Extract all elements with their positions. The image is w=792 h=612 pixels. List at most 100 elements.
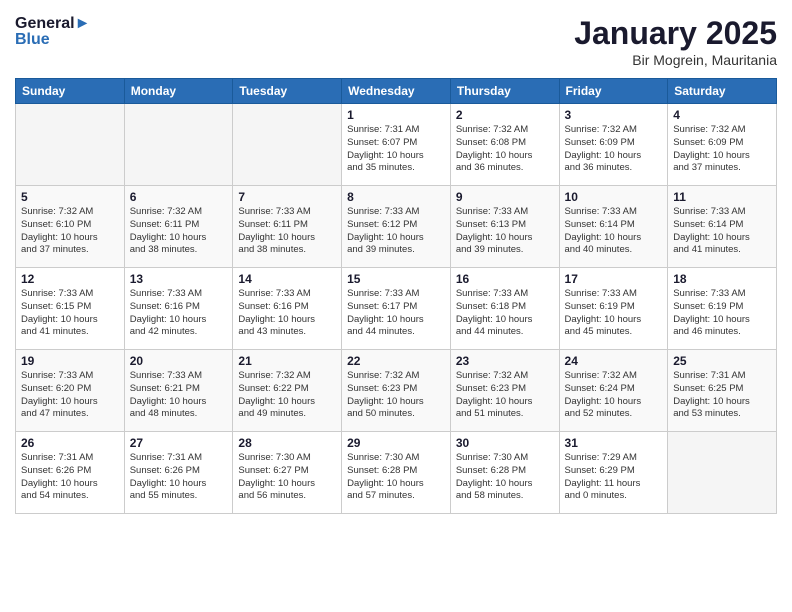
weekday-header-cell: Monday [124,79,233,104]
calendar-day-cell: 8 Sunrise: 7:33 AM Sunset: 6:12 PM Daylig… [342,186,451,268]
day-info: Sunrise: 7:33 AM Sunset: 6:13 PM Dayligh… [456,206,554,257]
day-info: Sunrise: 7:31 AM Sunset: 6:25 PM Dayligh… [673,370,771,421]
calendar-body: 1 Sunrise: 7:31 AM Sunset: 6:07 PM Daylig… [16,104,777,514]
day-info: Sunrise: 7:32 AM Sunset: 6:23 PM Dayligh… [456,370,554,421]
page-header: General► Blue January 2025 Bir Mogrein, … [15,15,777,68]
calendar-day-cell: 25 Sunrise: 7:31 AM Sunset: 6:25 PM Dayli… [668,350,777,432]
calendar-week-row: 12Sunrise: 7:33 AM Sunset: 6:15 PM Dayli… [16,268,777,350]
day-info: Sunrise: 7:32 AM Sunset: 6:22 PM Dayligh… [238,370,336,421]
calendar-week-row: 1 Sunrise: 7:31 AM Sunset: 6:07 PM Daylig… [16,104,777,186]
day-info: Sunrise: 7:33 AM Sunset: 6:16 PM Dayligh… [238,288,336,339]
day-number: 21 [238,354,336,368]
calendar-day-cell: 14 Sunrise: 7:33 AM Sunset: 6:16 PM Dayli… [233,268,342,350]
calendar-table: SundayMondayTuesdayWednesdayThursdayFrid… [15,78,777,514]
weekday-header-cell: Thursday [450,79,559,104]
day-number: 28 [238,436,336,450]
day-number: 4 [673,108,771,122]
weekday-header-cell: Friday [559,79,668,104]
day-info: Sunrise: 7:33 AM Sunset: 6:17 PM Dayligh… [347,288,445,339]
day-number: 2 [456,108,554,122]
day-number: 20 [130,354,228,368]
day-info: Sunrise: 7:33 AM Sunset: 6:18 PM Dayligh… [456,288,554,339]
day-info: Sunrise: 7:33 AM Sunset: 6:19 PM Dayligh… [565,288,663,339]
calendar-day-cell: 24 Sunrise: 7:32 AM Sunset: 6:24 PM Dayli… [559,350,668,432]
calendar-day-cell: 27Sunrise: 7:31 AM Sunset: 6:26 PM Dayli… [124,432,233,514]
day-number: 25 [673,354,771,368]
calendar-day-cell: 19Sunrise: 7:33 AM Sunset: 6:20 PM Dayli… [16,350,125,432]
day-number: 6 [130,190,228,204]
calendar-day-cell: 2 Sunrise: 7:32 AM Sunset: 6:08 PM Daylig… [450,104,559,186]
day-info: Sunrise: 7:33 AM Sunset: 6:12 PM Dayligh… [347,206,445,257]
calendar-day-cell [668,432,777,514]
calendar-day-cell: 22Sunrise: 7:32 AM Sunset: 6:23 PM Dayli… [342,350,451,432]
calendar-day-cell: 29 Sunrise: 7:30 AM Sunset: 6:28 PM Dayli… [342,432,451,514]
logo: General► Blue [15,15,90,48]
calendar-day-cell: 26Sunrise: 7:31 AM Sunset: 6:26 PM Dayli… [16,432,125,514]
calendar-day-cell: 11 Sunrise: 7:33 AM Sunset: 6:14 PM Dayli… [668,186,777,268]
day-number: 19 [21,354,119,368]
day-number: 26 [21,436,119,450]
day-info: Sunrise: 7:33 AM Sunset: 6:19 PM Dayligh… [673,288,771,339]
day-info: Sunrise: 7:33 AM Sunset: 6:11 PM Dayligh… [238,206,336,257]
day-number: 17 [565,272,663,286]
calendar-day-cell: 12Sunrise: 7:33 AM Sunset: 6:15 PM Dayli… [16,268,125,350]
day-info: Sunrise: 7:29 AM Sunset: 6:29 PM Dayligh… [565,452,663,503]
weekday-header-row: SundayMondayTuesdayWednesdayThursdayFrid… [16,79,777,104]
day-info: Sunrise: 7:32 AM Sunset: 6:09 PM Dayligh… [565,124,663,175]
calendar-day-cell: 5 Sunrise: 7:32 AM Sunset: 6:10 PM Daylig… [16,186,125,268]
calendar-day-cell: 18 Sunrise: 7:33 AM Sunset: 6:19 PM Dayli… [668,268,777,350]
weekday-header-cell: Tuesday [233,79,342,104]
calendar-day-cell: 6 Sunrise: 7:32 AM Sunset: 6:11 PM Daylig… [124,186,233,268]
day-info: Sunrise: 7:30 AM Sunset: 6:27 PM Dayligh… [238,452,336,503]
day-info: Sunrise: 7:31 AM Sunset: 6:07 PM Dayligh… [347,124,445,175]
day-number: 9 [456,190,554,204]
calendar-day-cell: 3 Sunrise: 7:32 AM Sunset: 6:09 PM Daylig… [559,104,668,186]
calendar-day-cell: 21 Sunrise: 7:32 AM Sunset: 6:22 PM Dayli… [233,350,342,432]
title-block: January 2025 Bir Mogrein, Mauritania [574,15,777,68]
day-info: Sunrise: 7:32 AM Sunset: 6:23 PM Dayligh… [347,370,445,421]
calendar-day-cell: 23 Sunrise: 7:32 AM Sunset: 6:23 PM Dayli… [450,350,559,432]
calendar-day-cell: 10 Sunrise: 7:33 AM Sunset: 6:14 PM Dayli… [559,186,668,268]
calendar-day-cell: 28 Sunrise: 7:30 AM Sunset: 6:27 PM Dayli… [233,432,342,514]
day-number: 14 [238,272,336,286]
calendar-day-cell: 17 Sunrise: 7:33 AM Sunset: 6:19 PM Dayli… [559,268,668,350]
day-info: Sunrise: 7:32 AM Sunset: 6:11 PM Dayligh… [130,206,228,257]
calendar-day-cell: 1 Sunrise: 7:31 AM Sunset: 6:07 PM Daylig… [342,104,451,186]
day-number: 7 [238,190,336,204]
day-number: 31 [565,436,663,450]
day-info: Sunrise: 7:30 AM Sunset: 6:28 PM Dayligh… [347,452,445,503]
weekday-header-cell: Sunday [16,79,125,104]
day-number: 5 [21,190,119,204]
calendar-day-cell: 7 Sunrise: 7:33 AM Sunset: 6:11 PM Daylig… [233,186,342,268]
day-number: 30 [456,436,554,450]
day-number: 29 [347,436,445,450]
day-info: Sunrise: 7:32 AM Sunset: 6:09 PM Dayligh… [673,124,771,175]
day-number: 18 [673,272,771,286]
calendar-week-row: 5 Sunrise: 7:32 AM Sunset: 6:10 PM Daylig… [16,186,777,268]
day-number: 8 [347,190,445,204]
day-info: Sunrise: 7:33 AM Sunset: 6:21 PM Dayligh… [130,370,228,421]
calendar-day-cell: 13Sunrise: 7:33 AM Sunset: 6:16 PM Dayli… [124,268,233,350]
day-info: Sunrise: 7:32 AM Sunset: 6:08 PM Dayligh… [456,124,554,175]
day-number: 11 [673,190,771,204]
weekday-header-cell: Saturday [668,79,777,104]
calendar-day-cell [233,104,342,186]
day-info: Sunrise: 7:32 AM Sunset: 6:10 PM Dayligh… [21,206,119,257]
day-number: 24 [565,354,663,368]
day-number: 1 [347,108,445,122]
day-number: 15 [347,272,445,286]
calendar-day-cell: 20 Sunrise: 7:33 AM Sunset: 6:21 PM Dayli… [124,350,233,432]
day-info: Sunrise: 7:33 AM Sunset: 6:14 PM Dayligh… [673,206,771,257]
day-info: Sunrise: 7:32 AM Sunset: 6:24 PM Dayligh… [565,370,663,421]
month-title: January 2025 [574,15,777,52]
day-number: 10 [565,190,663,204]
day-info: Sunrise: 7:33 AM Sunset: 6:14 PM Dayligh… [565,206,663,257]
calendar-day-cell [124,104,233,186]
day-number: 3 [565,108,663,122]
calendar-day-cell: 31 Sunrise: 7:29 AM Sunset: 6:29 PM Dayli… [559,432,668,514]
calendar-day-cell: 16 Sunrise: 7:33 AM Sunset: 6:18 PM Dayli… [450,268,559,350]
day-number: 16 [456,272,554,286]
location: Bir Mogrein, Mauritania [574,52,777,68]
day-number: 23 [456,354,554,368]
day-number: 12 [21,272,119,286]
